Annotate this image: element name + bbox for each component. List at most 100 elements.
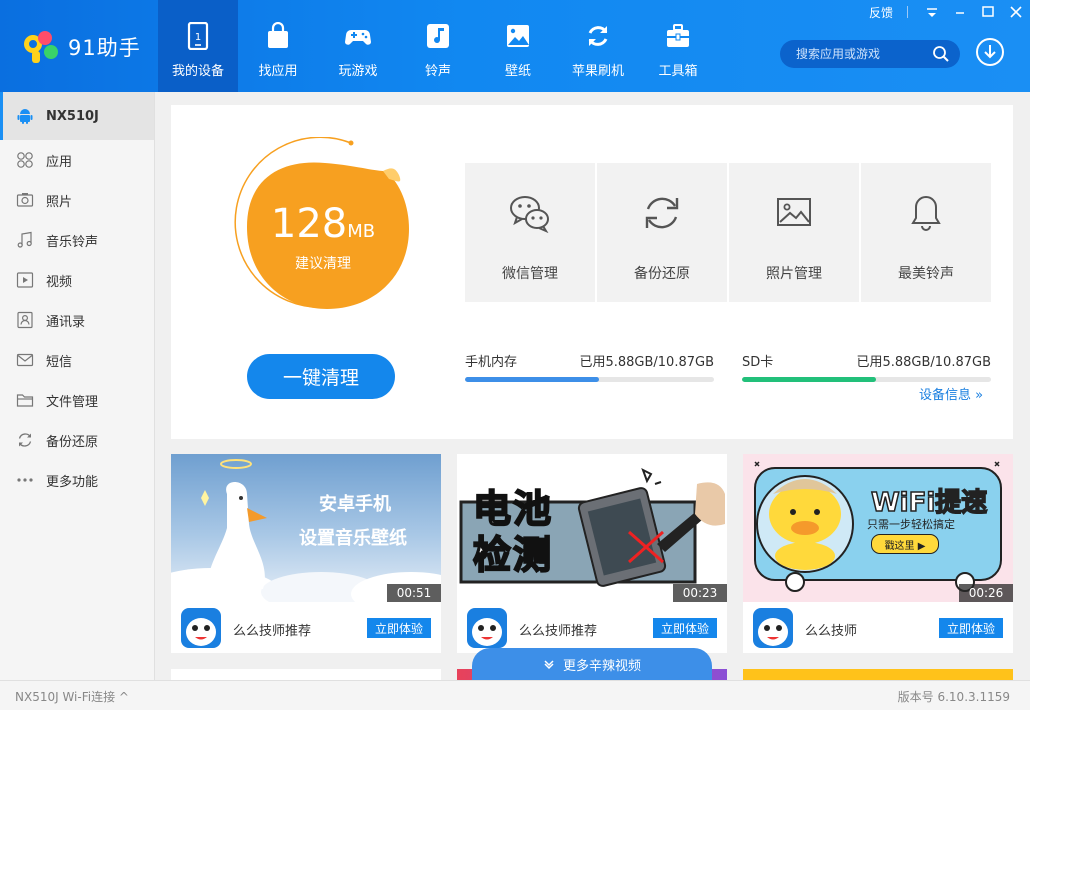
phone-storage: 手机内存 已用5.88GB/10.87GB [465, 351, 714, 382]
avatar-face-icon [753, 608, 793, 648]
video-duration: 00:26 [959, 584, 1013, 602]
app-window: 91助手 1 我的设备 找应用 玩游戏 铃声 壁纸 苹果刷机 工具箱 搜索应用或… [0, 0, 1030, 710]
video-duration: 00:23 [673, 584, 727, 602]
thumb-title: WiFi提速 [870, 487, 988, 519]
sidebar-item-sms[interactable]: 短信 [0, 340, 154, 380]
nav-label: 铃声 [424, 64, 451, 79]
sidebar-item-video[interactable]: 视频 [0, 260, 154, 300]
sidebar-item-music[interactable]: 音乐铃声 [0, 220, 154, 260]
contacts-icon [17, 311, 33, 329]
folder-icon [16, 394, 34, 407]
video-thumbnail[interactable]: 安卓手机 设置音乐壁纸 00:51 [171, 454, 441, 602]
try-now-button[interactable]: 立即体验 [367, 618, 431, 638]
tool-label: 照片管理 [766, 266, 822, 282]
search-input[interactable] [794, 46, 938, 62]
storage-label: SD卡 [742, 355, 774, 370]
nav-label: 找应用 [258, 64, 298, 79]
nav-games[interactable]: 玩游戏 [318, 0, 398, 92]
sidebar-item-label: 通讯录 [46, 314, 86, 330]
mail-icon [16, 353, 34, 367]
try-now-button[interactable]: 立即体验 [653, 618, 717, 638]
tool-backup-restore[interactable]: 备份还原 [597, 163, 727, 302]
menu-button[interactable] [918, 0, 946, 24]
storage-label: 手机内存 [465, 355, 518, 370]
cleanup-size-unit: MB [347, 221, 376, 242]
gamepad-icon [345, 30, 371, 45]
download-arrow-icon [984, 45, 996, 59]
nav-my-device[interactable]: 1 我的设备 [158, 0, 238, 92]
nav-toolbox[interactable]: 工具箱 [638, 0, 718, 92]
thumb-subtitle: 设置音乐壁纸 [299, 528, 407, 549]
music-note-icon [427, 24, 449, 48]
tool-wechat-manage[interactable]: 微信管理 [465, 163, 595, 302]
author-avatar [181, 608, 221, 648]
minimize-button[interactable] [946, 0, 974, 24]
version-number: 版本号 6.10.3.1159 [897, 690, 1010, 704]
sidebar-item-label: 短信 [46, 354, 73, 370]
sidebar-item-contacts[interactable]: 通讯录 [0, 300, 154, 340]
sidebar-item-backup[interactable]: 备份还原 [0, 420, 154, 460]
sidebar-item-photos[interactable]: 照片 [0, 180, 154, 220]
feedback-link[interactable]: 反馈 [869, 4, 893, 21]
sd-storage: SD卡 已用5.88GB/10.87GB [742, 351, 991, 382]
search-box [780, 40, 960, 68]
download-button[interactable] [976, 38, 1004, 66]
storage-bar-fill [742, 377, 877, 382]
connection-status[interactable]: NX510J Wi-Fi连接 ^ [15, 688, 129, 705]
storage-bar [742, 377, 991, 382]
author-avatar [467, 608, 507, 648]
video-author: 么么技师推荐 [233, 624, 312, 639]
nav-label: 壁纸 [504, 64, 531, 79]
apps-grid-icon [17, 152, 33, 168]
chevron-down-icon [544, 660, 554, 670]
sidebar-item-label: 照片 [46, 194, 73, 210]
sidebar-item-apps[interactable]: 应用 [0, 140, 154, 180]
video-card[interactable]: WiFi提速 只需一步轻松搞定 戳这里 ▶ 00:26 么么技师 立即体验 [743, 454, 1013, 653]
nav-ringtones[interactable]: 铃声 [398, 0, 478, 92]
try-now-button[interactable]: 立即体验 [939, 618, 1003, 638]
device-name: NX510J [46, 108, 99, 124]
close-icon [1010, 6, 1022, 18]
author-avatar [753, 608, 793, 648]
device-info-link[interactable]: 设备信息 » [919, 384, 983, 403]
close-button[interactable] [1002, 0, 1030, 24]
video-thumbnail[interactable]: WiFi提速 只需一步轻松搞定 戳这里 ▶ 00:26 [743, 454, 1013, 602]
refresh-icon [588, 26, 608, 46]
tool-label: 最美铃声 [898, 266, 954, 282]
logo-mark-icon [22, 29, 64, 65]
phone-icon: 1 [187, 22, 209, 50]
search-icon[interactable] [932, 45, 950, 63]
video-thumbnail[interactable]: 电池 检测 00:23 [457, 454, 727, 602]
storage-bar-fill [465, 377, 600, 382]
storage-usage: 已用5.88GB/10.87GB [856, 355, 991, 370]
storage-usage: 已用5.88GB/10.87GB [579, 355, 714, 370]
video-card[interactable]: 电池 检测 00:23 么么技师推荐 立即体验 [457, 454, 727, 653]
sidebar-item-device[interactable]: NX510J [0, 92, 154, 140]
nav-find-apps[interactable]: 找应用 [238, 0, 318, 92]
tool-best-ringtones[interactable]: 最美铃声 [861, 163, 991, 302]
sidebar-item-more[interactable]: 更多功能 [0, 460, 154, 500]
sidebar-item-label: 视频 [46, 274, 73, 290]
nav-label: 玩游戏 [338, 64, 378, 79]
video-play-icon [16, 272, 34, 288]
cleanup-size: 128MB [233, 201, 413, 247]
tool-photo-manage[interactable]: 照片管理 [729, 163, 859, 302]
more-videos-button[interactable]: 更多辛辣视频 [472, 648, 712, 680]
bell-icon [911, 195, 941, 231]
cleanup-size-value: 128 [270, 201, 348, 247]
logo-text: 91助手 [68, 36, 141, 60]
nav-wallpaper[interactable]: 壁纸 [478, 0, 558, 92]
shopping-bag-icon [268, 22, 288, 48]
one-click-clean-button[interactable]: 一键清理 [247, 354, 395, 399]
video-duration: 00:51 [387, 584, 441, 602]
tool-label: 备份还原 [634, 266, 690, 282]
video-card[interactable]: 安卓手机 设置音乐壁纸 00:51 么么技师推荐 立即体验 [171, 454, 441, 653]
sync-icon [645, 197, 679, 229]
minimize-icon [956, 12, 964, 14]
nav-apple-flash[interactable]: 苹果刷机 [558, 0, 638, 92]
video-card-peek [171, 669, 441, 680]
more-dots-icon [17, 478, 33, 482]
maximize-button[interactable] [974, 0, 1002, 24]
video-author: 么么技师 [805, 624, 858, 639]
sidebar-item-files[interactable]: 文件管理 [0, 380, 154, 420]
